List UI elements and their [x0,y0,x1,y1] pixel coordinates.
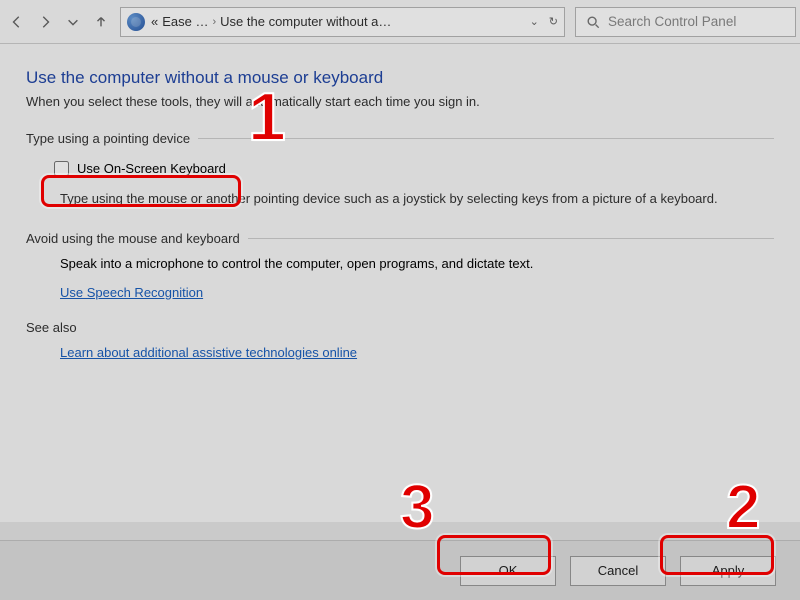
chevron-down-icon[interactable]: ⌄ [530,15,539,28]
back-button[interactable] [4,7,30,37]
breadcrumb-bar[interactable]: « Ease … › Use the computer without a… ⌄… [120,7,565,37]
see-also-label: See also [26,320,774,335]
annotation-number-3: 3 [400,477,434,539]
search-input[interactable]: Search Control Panel [575,7,796,37]
group-avoid-mouse-keyboard: Avoid using the mouse and keyboard [26,231,774,246]
content-area: Use the computer without a mouse or keyb… [0,44,800,522]
annotation-box-3 [437,535,551,575]
forward-button[interactable] [32,7,58,37]
chevron-right-icon: › [212,16,216,28]
cancel-button[interactable]: Cancel [570,556,666,586]
search-placeholder: Search Control Panel [608,14,736,29]
breadcrumb-chevrons: « [151,14,158,29]
speech-recognition-link[interactable]: Use Speech Recognition [60,285,203,300]
up-button[interactable] [88,7,114,37]
refresh-icon[interactable]: ↻ [549,15,558,28]
recent-locations-button[interactable] [60,7,86,37]
annotation-box-1 [41,175,241,207]
annotation-number-1: 1 [248,83,286,151]
speech-description: Speak into a microphone to control the c… [26,256,774,271]
breadcrumb-item-current[interactable]: Use the computer without a… [220,14,391,29]
page-title: Use the computer without a mouse or keyb… [26,68,774,88]
search-icon [586,15,600,29]
annotation-number-2: 2 [726,477,760,539]
assistive-tech-link[interactable]: Learn about additional assistive technol… [60,345,357,360]
breadcrumb-item-ease[interactable]: Ease … [162,14,208,29]
page-subtitle: When you select these tools, they will a… [26,94,774,109]
on-screen-keyboard-label: Use On-Screen Keyboard [77,161,226,176]
address-bar: « Ease … › Use the computer without a… ⌄… [0,0,800,44]
on-screen-keyboard-checkbox[interactable] [54,161,69,176]
control-panel-icon [127,13,145,31]
group-type-pointing: Type using a pointing device [26,131,774,146]
